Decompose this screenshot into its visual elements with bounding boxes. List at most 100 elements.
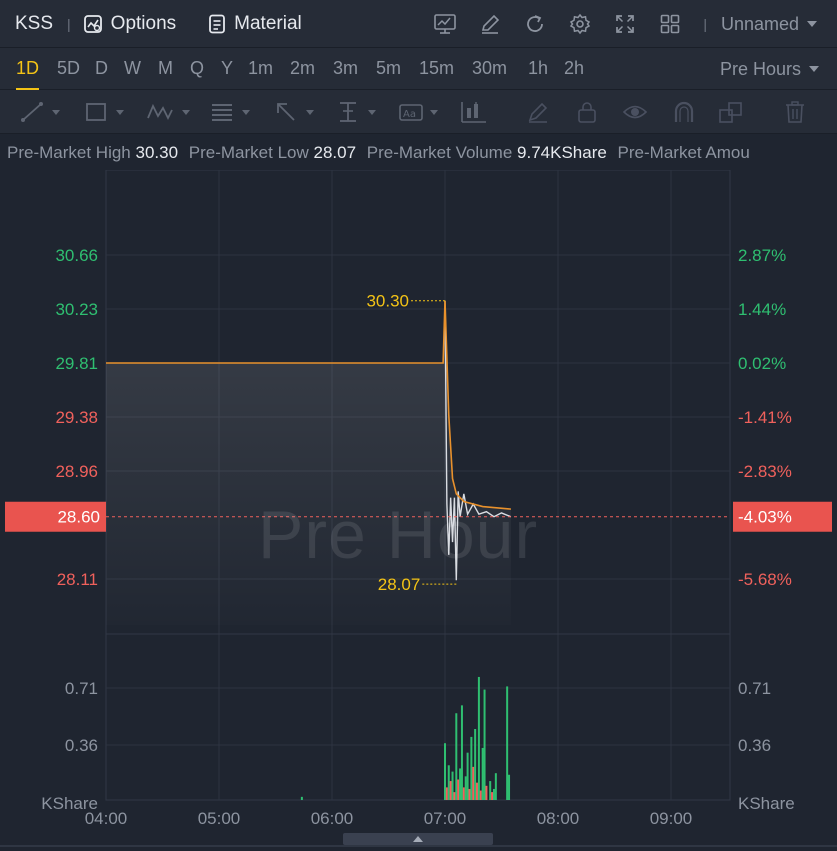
caret-down-icon: [807, 21, 817, 27]
timeframe-5m[interactable]: 5m: [376, 48, 401, 90]
fib-tool-icon[interactable]: [210, 100, 252, 124]
drawing-toolbar: Aa: [0, 90, 837, 134]
time-axis-label: 08:00: [537, 809, 580, 828]
time-axis-label: 09:00: [650, 809, 693, 828]
volume-bar: [494, 773, 497, 800]
material-button[interactable]: Material: [208, 13, 302, 35]
timeframe-30m[interactable]: 30m: [472, 48, 507, 90]
layout-name-select[interactable]: | Unnamed: [703, 14, 819, 35]
trash-icon[interactable]: [784, 100, 806, 124]
refresh-icon[interactable]: [523, 12, 547, 36]
price-axis-label-left: 30.23: [55, 300, 98, 319]
session-select[interactable]: Pre Hours: [720, 48, 821, 90]
top-toolbar: KSS | Options Material | Unnamed: [0, 0, 837, 48]
caret-down-icon: [809, 66, 819, 72]
volume-bar: [468, 788, 471, 800]
price-axis-label-left: 29.38: [55, 408, 98, 427]
symbol-title[interactable]: KSS: [15, 13, 53, 35]
volume-unit-label-right: KShare: [738, 794, 795, 813]
volume-bar: [491, 792, 494, 800]
volume-bar: [460, 705, 463, 800]
options-button[interactable]: Options: [83, 13, 176, 35]
premarket-volume-label: Pre-Market Volume: [366, 143, 513, 162]
rectangle-tool-icon[interactable]: [84, 100, 126, 124]
caret-up-icon: [413, 836, 423, 842]
timeframe-d[interactable]: D: [95, 48, 108, 90]
volume-bar: [474, 729, 477, 800]
time-axis-label: 04:00: [85, 809, 128, 828]
line-tool-icon[interactable]: [20, 100, 62, 124]
price-axis-label-right: -2.83%: [738, 462, 792, 481]
time-axis-label: 07:00: [424, 809, 467, 828]
scroll-handle[interactable]: [343, 833, 493, 845]
last-price-label: 28.60: [57, 508, 100, 527]
volume-bar: [459, 768, 462, 800]
price-axis-label-left: 29.81: [55, 354, 98, 373]
volume-axis-label-left: 0.71: [65, 679, 98, 698]
eye-icon[interactable]: [622, 100, 648, 124]
price-axis-label-right: -1.41%: [738, 408, 792, 427]
settings-gear-icon[interactable]: [568, 12, 592, 36]
timeframe-1d[interactable]: 1D: [16, 48, 40, 90]
price-chart[interactable]: 30.30 28.07 30.66 2.87% 30.23 1.44% 29.81 0.02…: [0, 170, 837, 830]
volume-bar: [447, 765, 450, 800]
premarket-low-value: 28.07: [313, 143, 357, 162]
layout-separator: |: [703, 16, 707, 32]
time-axis-label: 05:00: [198, 809, 241, 828]
volume-bar: [457, 779, 460, 800]
options-icon: [83, 14, 102, 33]
volume-bar: [483, 689, 486, 800]
layers-icon[interactable]: [718, 100, 744, 124]
timeframe-15m[interactable]: 15m: [419, 48, 454, 90]
document-icon: [209, 14, 226, 33]
arrow-tool-icon[interactable]: [274, 100, 316, 124]
volume-bar: [449, 781, 452, 800]
volume-bar: [477, 676, 480, 800]
timeframe-m[interactable]: M: [158, 48, 173, 90]
timeframe-w[interactable]: W: [124, 48, 141, 90]
time-axis-label: 06:00: [311, 809, 354, 828]
fullscreen-icon[interactable]: [613, 12, 637, 36]
timeframe-5d[interactable]: 5D: [57, 48, 80, 90]
volume-bar: [476, 782, 479, 800]
grid-layout-icon[interactable]: [658, 12, 682, 36]
volume-axis-label-left: 0.36: [65, 736, 98, 755]
timeframe-2m[interactable]: 2m: [290, 48, 315, 90]
premarket-amount-label: Pre-Market Amou: [617, 143, 750, 162]
volume-bar: [492, 788, 495, 800]
chart-indicator-icon[interactable]: [433, 12, 457, 36]
volume-bar: [445, 787, 448, 800]
magnet-icon[interactable]: [672, 100, 696, 124]
volume-bar: [506, 686, 509, 800]
volume-bar: [462, 787, 465, 800]
timeframe-q[interactable]: Q: [190, 48, 204, 90]
timeframe-2h[interactable]: 2h: [564, 48, 584, 90]
text-tool-icon[interactable]: Aa: [398, 100, 440, 124]
candle-tool-icon[interactable]: [460, 100, 488, 124]
timeframe-1m[interactable]: 1m: [248, 48, 273, 90]
measure-tool-icon[interactable]: [336, 100, 378, 124]
premarket-high-label: Pre-Market High: [7, 143, 131, 162]
premarket-high-value: 30.30: [135, 143, 179, 162]
volume-bar: [464, 776, 467, 800]
volume-bar: [508, 774, 511, 800]
price-area: [106, 300, 511, 625]
volume-axis-label-right: 0.36: [738, 736, 771, 755]
price-axis-label-right: -5.68%: [738, 570, 792, 589]
brush-icon[interactable]: [526, 100, 550, 124]
timeframe-3m[interactable]: 3m: [333, 48, 358, 90]
layout-name-label: Unnamed: [720, 13, 799, 34]
timeframe-y[interactable]: Y: [221, 48, 233, 90]
pen-edit-icon[interactable]: [478, 12, 502, 36]
options-label: Options: [110, 12, 177, 34]
volume-bar: [466, 752, 469, 800]
lock-icon[interactable]: [576, 100, 598, 124]
volume-bar: [489, 781, 492, 800]
pattern-tool-icon[interactable]: [146, 100, 192, 124]
volume-bar: [453, 792, 456, 800]
separator: |: [67, 15, 71, 32]
volume-bar: [472, 766, 475, 800]
timeframe-1h[interactable]: 1h: [528, 48, 548, 90]
price-axis-label-right: 0.02%: [738, 354, 786, 373]
volume-bar: [470, 736, 473, 800]
